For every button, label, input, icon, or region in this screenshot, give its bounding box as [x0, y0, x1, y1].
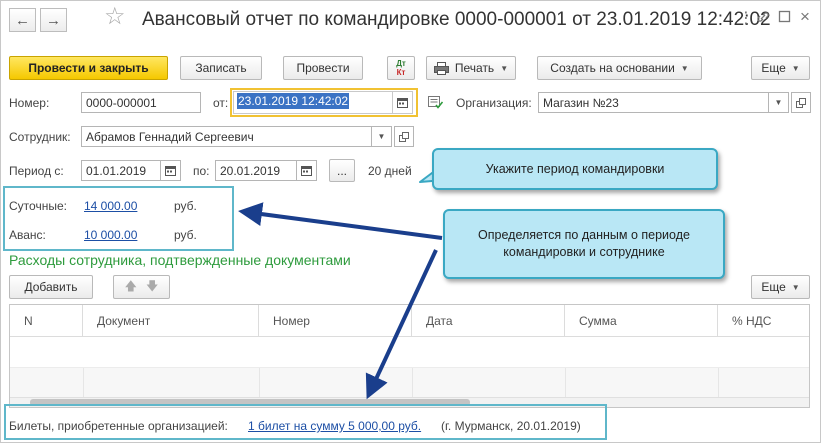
organization-label: Организация: [456, 96, 532, 110]
post-and-close-button[interactable]: Провести и закрыть [9, 56, 168, 80]
maximize-icon[interactable] [778, 10, 791, 23]
days-count: 20 дней [368, 164, 412, 178]
column-header-document[interactable]: Документ [83, 305, 259, 337]
period-to-field[interactable]: 20.01.2019 [215, 160, 297, 181]
create-based-label: Создать на основании [550, 61, 675, 75]
date-field[interactable]: 23.01.2019 12:42:02 [233, 91, 393, 114]
print-button[interactable]: Печать ▼ [426, 56, 516, 80]
employee-open-button[interactable] [394, 126, 414, 147]
advance-label: Аванс: [9, 228, 46, 242]
post-button[interactable]: Провести [283, 56, 363, 80]
daily-currency: руб. [174, 199, 197, 213]
date-value: 23.01.2019 12:42:02 [237, 93, 350, 109]
period-from-field[interactable]: 01.01.2019 [81, 160, 161, 181]
open-icon [399, 131, 409, 142]
add-button[interactable]: Добавить [9, 275, 93, 299]
move-buttons: 🡅 🡇 [113, 275, 170, 299]
arrow-up-icon[interactable]: 🡅 [125, 277, 137, 298]
number-label: Номер: [9, 96, 50, 110]
period-to-calendar-button[interactable] [297, 160, 317, 181]
column-header-vat[interactable]: % НДС [718, 305, 809, 337]
period-callout: Укажите период командировки [432, 148, 718, 190]
table-more-label: Еще [761, 280, 786, 294]
back-button[interactable]: ← [9, 8, 36, 32]
save-button[interactable]: Записать [180, 56, 262, 80]
arrow-left-icon: ← [15, 11, 30, 29]
organization-field[interactable]: Магазин №23 [538, 92, 769, 113]
chevron-down-icon: ▼ [680, 63, 689, 73]
period-to-label: по: [193, 164, 210, 178]
printer-icon [433, 61, 449, 75]
kt-label: Кт [396, 68, 406, 77]
calendar-icon [397, 98, 408, 108]
arrow-down-icon[interactable]: 🡇 [146, 277, 158, 298]
tickets-note: (г. Мурманск, 20.01.2019) [441, 419, 581, 433]
chevron-down-icon: ▼ [377, 132, 386, 141]
dt-label: Дт [396, 59, 406, 68]
page-title: Авансовый отчет по командировке 0000-000… [142, 9, 771, 30]
open-icon [796, 97, 806, 108]
chevron-down-icon: ▼ [500, 63, 509, 73]
forward-button[interactable]: → [40, 8, 67, 32]
number-field[interactable]: 0000-000001 [81, 92, 201, 113]
column-header-n[interactable]: N [10, 305, 83, 337]
advance-amount-link[interactable]: 10 000.00 [84, 228, 137, 242]
more-button[interactable]: Еще ▼ [751, 56, 810, 80]
expenses-table[interactable]: N Документ Номер Дата Сумма % НДС [9, 304, 810, 408]
create-based-on-button[interactable]: Создать на основании ▼ [537, 56, 702, 80]
period-from-calendar-button[interactable] [161, 160, 181, 181]
calendar-icon [301, 166, 312, 176]
column-header-number[interactable]: Номер [259, 305, 412, 337]
more-icon[interactable]: ⋮ [738, 8, 754, 28]
tickets-link[interactable]: 1 билет на сумму 5 000,00 руб. [248, 419, 421, 433]
employee-field[interactable]: Абрамов Геннадий Сергеевич [81, 126, 372, 147]
chevron-down-icon: ▼ [774, 98, 783, 107]
from-label: от: [213, 96, 229, 110]
column-header-sum[interactable]: Сумма [565, 305, 718, 337]
chevron-down-icon: ▼ [791, 63, 800, 73]
expenses-section-title: Расходы сотрудника, подтвержденные докум… [9, 252, 351, 268]
calendar-icon [165, 166, 176, 176]
daily-amount-link[interactable]: 14 000.00 [84, 199, 137, 213]
document-status-icon [428, 95, 443, 109]
organization-open-button[interactable] [791, 92, 811, 113]
arrow-right-icon: → [46, 11, 61, 29]
table-more-button[interactable]: Еще ▼ [751, 275, 810, 299]
period-select-button[interactable]: ... [329, 159, 355, 182]
tickets-label: Билеты, приобретенные организацией: [9, 419, 228, 433]
more-label: Еще [761, 61, 786, 75]
print-label: Печать [454, 61, 495, 75]
date-calendar-button[interactable] [393, 91, 413, 114]
organization-dropdown-button[interactable]: ▼ [769, 92, 789, 113]
employee-label: Сотрудник: [9, 130, 71, 144]
daily-label: Суточные: [9, 199, 67, 213]
period-from-label: Период с: [9, 164, 64, 178]
link-icon[interactable] [756, 10, 770, 24]
employee-dropdown-button[interactable]: ▼ [372, 126, 392, 147]
determined-callout: Определяется по данным о периоде команди… [443, 209, 725, 279]
star-icon[interactable]: ☆ [104, 5, 126, 29]
close-icon[interactable]: × [800, 7, 810, 27]
dt-kt-button[interactable]: Дт Кт [387, 56, 415, 80]
advance-currency: руб. [174, 228, 197, 242]
column-header-date[interactable]: Дата [412, 305, 565, 337]
table-empty-row [10, 367, 809, 398]
chevron-down-icon: ▼ [791, 282, 800, 292]
